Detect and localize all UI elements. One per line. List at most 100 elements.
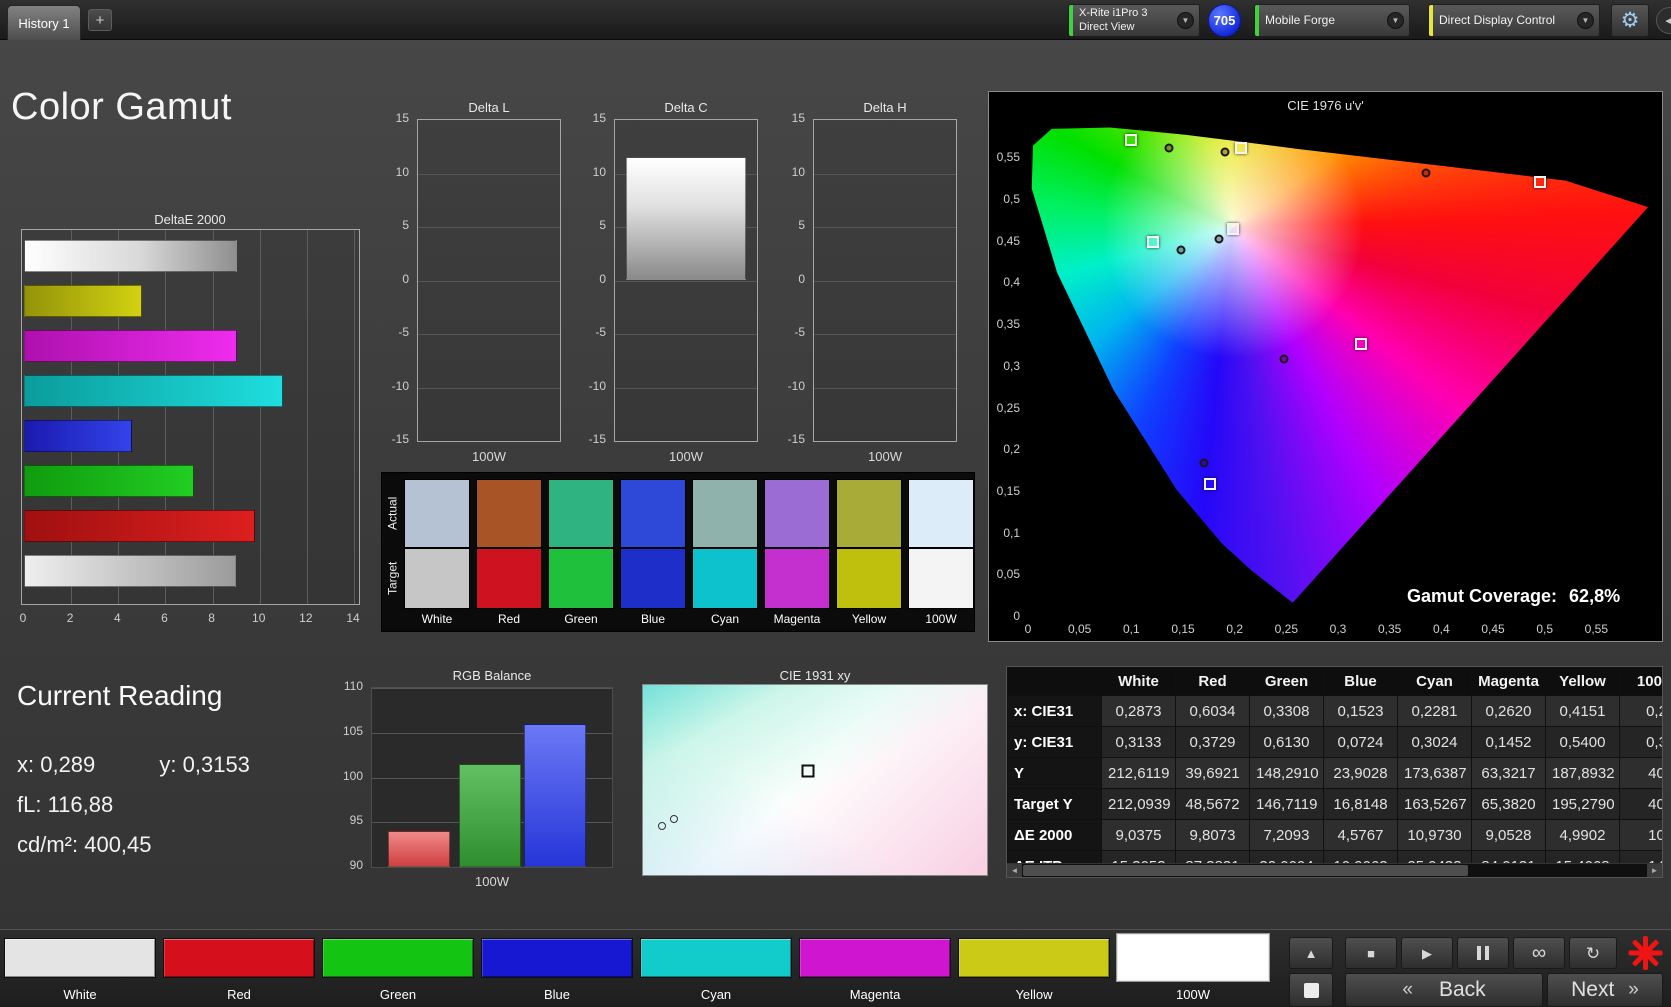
add-tab-button[interactable]: +: [88, 9, 112, 31]
rgb-bar-green: [459, 764, 521, 867]
table-row: Y212,611939,6921148,291023,9028173,63876…: [1008, 758, 1663, 789]
table-cell: 0,5400: [1546, 727, 1620, 758]
swatch-column-label: Yellow: [836, 612, 902, 626]
play-button[interactable]: ▶: [1401, 937, 1453, 969]
window-icon: [1304, 983, 1319, 998]
next-label: Next: [1571, 978, 1614, 1002]
x-tick-label: 0,1: [1123, 622, 1140, 636]
bottom-bar: WhiteRedGreenBlueCyanMagentaYellow100W ▲…: [0, 929, 1671, 1007]
column-header-cyan: Cyan: [1398, 668, 1472, 696]
delta-l-x-label: 100W: [417, 449, 561, 464]
patch-blue[interactable]: [481, 938, 633, 978]
actual-swatch-white: [404, 479, 470, 548]
x-tick-label: 0,4: [1433, 622, 1450, 636]
y-tick-label: 0: [1013, 609, 1020, 623]
y-tick-label: 0: [798, 272, 805, 286]
rgb-balance-x-label: 100W: [371, 874, 613, 889]
reading-x-value: x: 0,289: [17, 752, 95, 777]
calibration-app: History 1 + X-Rite i1Pro 3 Direct View ▼…: [0, 0, 1671, 1007]
x-tick-label: 2: [67, 611, 74, 625]
settings-gear-button[interactable]: ⚙: [1611, 4, 1649, 37]
scroll-right-button[interactable]: ►: [1647, 864, 1662, 877]
tab-history-1[interactable]: History 1: [7, 5, 81, 40]
cie1976-x-axis: 00,050,10,150,20,250,30,350,40,450,50,55: [1028, 622, 1648, 638]
table-row: Target Y212,093948,5672146,711916,814816…: [1008, 789, 1663, 820]
table-row: ΔE ITP15,305387,383132,000410,906325,943…: [1008, 851, 1663, 865]
table-cell: 14: [1620, 851, 1663, 865]
table-cell: 10,9730: [1398, 820, 1472, 851]
table-cell: 87,3831: [1176, 851, 1250, 865]
table-cell: 173,6387: [1398, 758, 1472, 789]
continuous-measure-button[interactable]: ∞: [1513, 937, 1565, 969]
patch-label: Green: [322, 987, 474, 1002]
patch-yellow[interactable]: [958, 938, 1110, 978]
patch-label: White: [4, 987, 156, 1002]
patch-up-button[interactable]: ▲: [1289, 937, 1333, 969]
source-dropdown[interactable]: Mobile Forge ▼: [1254, 4, 1410, 37]
scroll-left-button[interactable]: ◄: [1007, 864, 1022, 877]
y-tick-label: -10: [392, 379, 409, 393]
row-label: Y: [1008, 758, 1102, 789]
double-chevron-right-icon: »: [1628, 979, 1639, 1001]
display-control-label: Direct Display Control: [1433, 13, 1577, 28]
target-swatch-cyan: [692, 548, 758, 609]
meter-dropdown[interactable]: X-Rite i1Pro 3 Direct View ▼: [1068, 4, 1200, 37]
x-tick-label: 0,45: [1481, 622, 1504, 636]
collapse-panel-button[interactable]: ◀: [1656, 7, 1671, 34]
patch-white[interactable]: [4, 938, 156, 978]
back-button[interactable]: « Back: [1345, 973, 1543, 1007]
y-tick-label: 15: [792, 111, 805, 125]
swatch-column-label: Green: [548, 612, 614, 626]
swatch-column-label: Magenta: [764, 612, 830, 626]
measurement-table-panel: WhiteRedGreenBlueCyanMagentaYellow100Wx:…: [1006, 666, 1663, 878]
chevron-down-icon: ▼: [1577, 12, 1594, 29]
target-swatch-100w: [908, 548, 974, 609]
scrollbar-thumb[interactable]: [1023, 865, 1468, 876]
display-control-dropdown[interactable]: Direct Display Control ▼: [1428, 4, 1600, 37]
y-tick-label: 5: [402, 218, 409, 232]
reading-y-value: y: 0,3153: [159, 752, 250, 777]
rgb-bar-red: [388, 831, 450, 867]
delta-c-x-label: 100W: [614, 449, 758, 464]
pause-button[interactable]: [1457, 937, 1509, 969]
y-tick-label: 100: [343, 769, 363, 783]
cie1931-plot: [642, 684, 988, 876]
rgb-balance-y-axis: 1101051009590: [333, 687, 367, 868]
y-tick-label: -15: [788, 432, 805, 446]
patch-label: Blue: [481, 987, 633, 1002]
patch-magenta[interactable]: [799, 938, 951, 978]
next-button[interactable]: Next »: [1547, 973, 1663, 1007]
source-dropdown-label: Mobile Forge: [1259, 13, 1387, 28]
table-row: ΔE 20009,03759,80737,20934,576710,97309,…: [1008, 820, 1663, 851]
patch-red[interactable]: [163, 938, 315, 978]
cie1931-title: CIE 1931 xy: [735, 668, 895, 683]
y-tick-label: 0,25: [997, 401, 1020, 415]
deltae2000-chart: [21, 229, 360, 605]
table-horizontal-scrollbar[interactable]: ◄ ►: [1007, 863, 1662, 877]
y-tick-label: 0,05: [997, 567, 1020, 581]
x-tick-label: 0: [20, 611, 27, 625]
table-cell: 4,5767: [1324, 820, 1398, 851]
gamut-coverage-value: 62,8%: [1569, 586, 1620, 606]
target-marker-yellow: [1235, 142, 1247, 154]
patch-100w[interactable]: [1117, 934, 1269, 981]
y-tick-label: -10: [788, 379, 805, 393]
patch-green[interactable]: [322, 938, 474, 978]
target-marker-cyan: [1147, 236, 1159, 248]
table-row: y: CIE310,31330,37290,61300,07240,30240,…: [1008, 727, 1663, 758]
patch-cyan[interactable]: [640, 938, 792, 978]
table-cell: 187,8932: [1546, 758, 1620, 789]
patch-window-button[interactable]: [1289, 973, 1333, 1007]
y-tick-label: 90: [350, 858, 363, 872]
refresh-button[interactable]: ↻: [1569, 937, 1617, 969]
target-marker-green: [1125, 134, 1137, 146]
chevron-down-icon: ▼: [1387, 12, 1404, 29]
target-swatch-yellow: [836, 548, 902, 609]
target-swatch-magenta: [764, 548, 830, 609]
actual-swatch-green: [548, 479, 614, 548]
stop-button[interactable]: ■: [1345, 937, 1397, 969]
y-tick-label: 0,45: [997, 234, 1020, 248]
x-tick-label: 0: [1025, 622, 1032, 636]
column-header-red: Red: [1176, 668, 1250, 696]
cie1976-title: CIE 1976 u'v': [989, 98, 1662, 113]
